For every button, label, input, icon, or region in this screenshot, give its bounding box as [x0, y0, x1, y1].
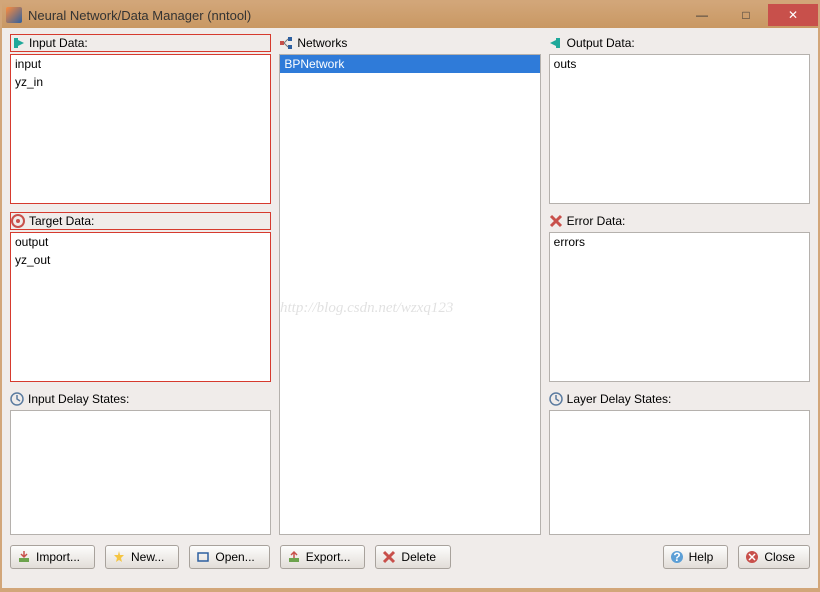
list-item[interactable]: BPNetwork — [280, 55, 539, 73]
clock-icon — [10, 392, 24, 406]
error-data-list[interactable]: errors — [549, 232, 810, 382]
help-button[interactable]: ?Help — [663, 545, 729, 569]
import-icon — [17, 550, 31, 564]
list-item[interactable]: yz_in — [11, 73, 270, 91]
layer-delay-list[interactable] — [549, 410, 810, 535]
target-data-list[interactable]: output yz_out — [10, 232, 271, 382]
open-icon — [196, 550, 210, 564]
delete-button[interactable]: Delete — [375, 545, 451, 569]
content-area: Input Data: input yz_in Networks BPNetwo… — [2, 28, 818, 588]
target-data-icon — [11, 214, 25, 228]
close-icon — [745, 550, 759, 564]
button-bar: Import... New... Open... Export... Delet… — [10, 545, 810, 569]
maximize-button[interactable]: □ — [724, 4, 768, 26]
minimize-button[interactable]: — — [680, 4, 724, 26]
output-data-panel: Output Data: outs — [549, 34, 810, 204]
output-data-label: Output Data: — [567, 36, 635, 50]
output-data-icon — [549, 36, 563, 50]
layer-delay-label: Layer Delay States: — [567, 392, 672, 406]
input-data-label: Input Data: — [29, 36, 88, 50]
input-data-icon — [11, 36, 25, 50]
list-item[interactable]: errors — [550, 233, 809, 251]
import-button[interactable]: Import... — [10, 545, 95, 569]
networks-icon — [279, 36, 293, 50]
error-data-label: Error Data: — [567, 214, 626, 228]
clock-icon — [549, 392, 563, 406]
close-button[interactable]: Close — [738, 545, 810, 569]
help-icon: ? — [670, 550, 684, 564]
input-delay-label: Input Delay States: — [28, 392, 129, 406]
close-window-button[interactable]: ✕ — [768, 4, 818, 26]
input-data-panel: Input Data: input yz_in — [10, 34, 271, 204]
networks-panel: Networks BPNetwork — [279, 34, 540, 535]
target-data-panel: Target Data: output yz_out — [10, 212, 271, 382]
error-data-icon — [549, 214, 563, 228]
input-data-list[interactable]: input yz_in — [10, 54, 271, 204]
new-icon — [112, 550, 126, 564]
networks-list[interactable]: BPNetwork — [279, 54, 540, 535]
new-button[interactable]: New... — [105, 545, 179, 569]
svg-text:?: ? — [673, 550, 680, 564]
input-delay-panel: Input Delay States: — [10, 390, 271, 535]
input-delay-list[interactable] — [10, 410, 271, 535]
error-data-panel: Error Data: errors — [549, 212, 810, 382]
target-data-label: Target Data: — [29, 214, 94, 228]
app-icon — [6, 7, 22, 23]
layer-delay-panel: Layer Delay States: — [549, 390, 810, 535]
delete-icon — [382, 550, 396, 564]
export-icon — [287, 550, 301, 564]
networks-label: Networks — [297, 36, 347, 50]
list-item[interactable]: output — [11, 233, 270, 251]
list-item[interactable]: outs — [550, 55, 809, 73]
output-data-list[interactable]: outs — [549, 54, 810, 204]
export-button[interactable]: Export... — [280, 545, 366, 569]
titlebar: Neural Network/Data Manager (nntool) — □… — [2, 2, 818, 28]
list-item[interactable]: input — [11, 55, 270, 73]
open-button[interactable]: Open... — [189, 545, 269, 569]
window-title: Neural Network/Data Manager (nntool) — [28, 8, 680, 23]
list-item[interactable]: yz_out — [11, 251, 270, 269]
